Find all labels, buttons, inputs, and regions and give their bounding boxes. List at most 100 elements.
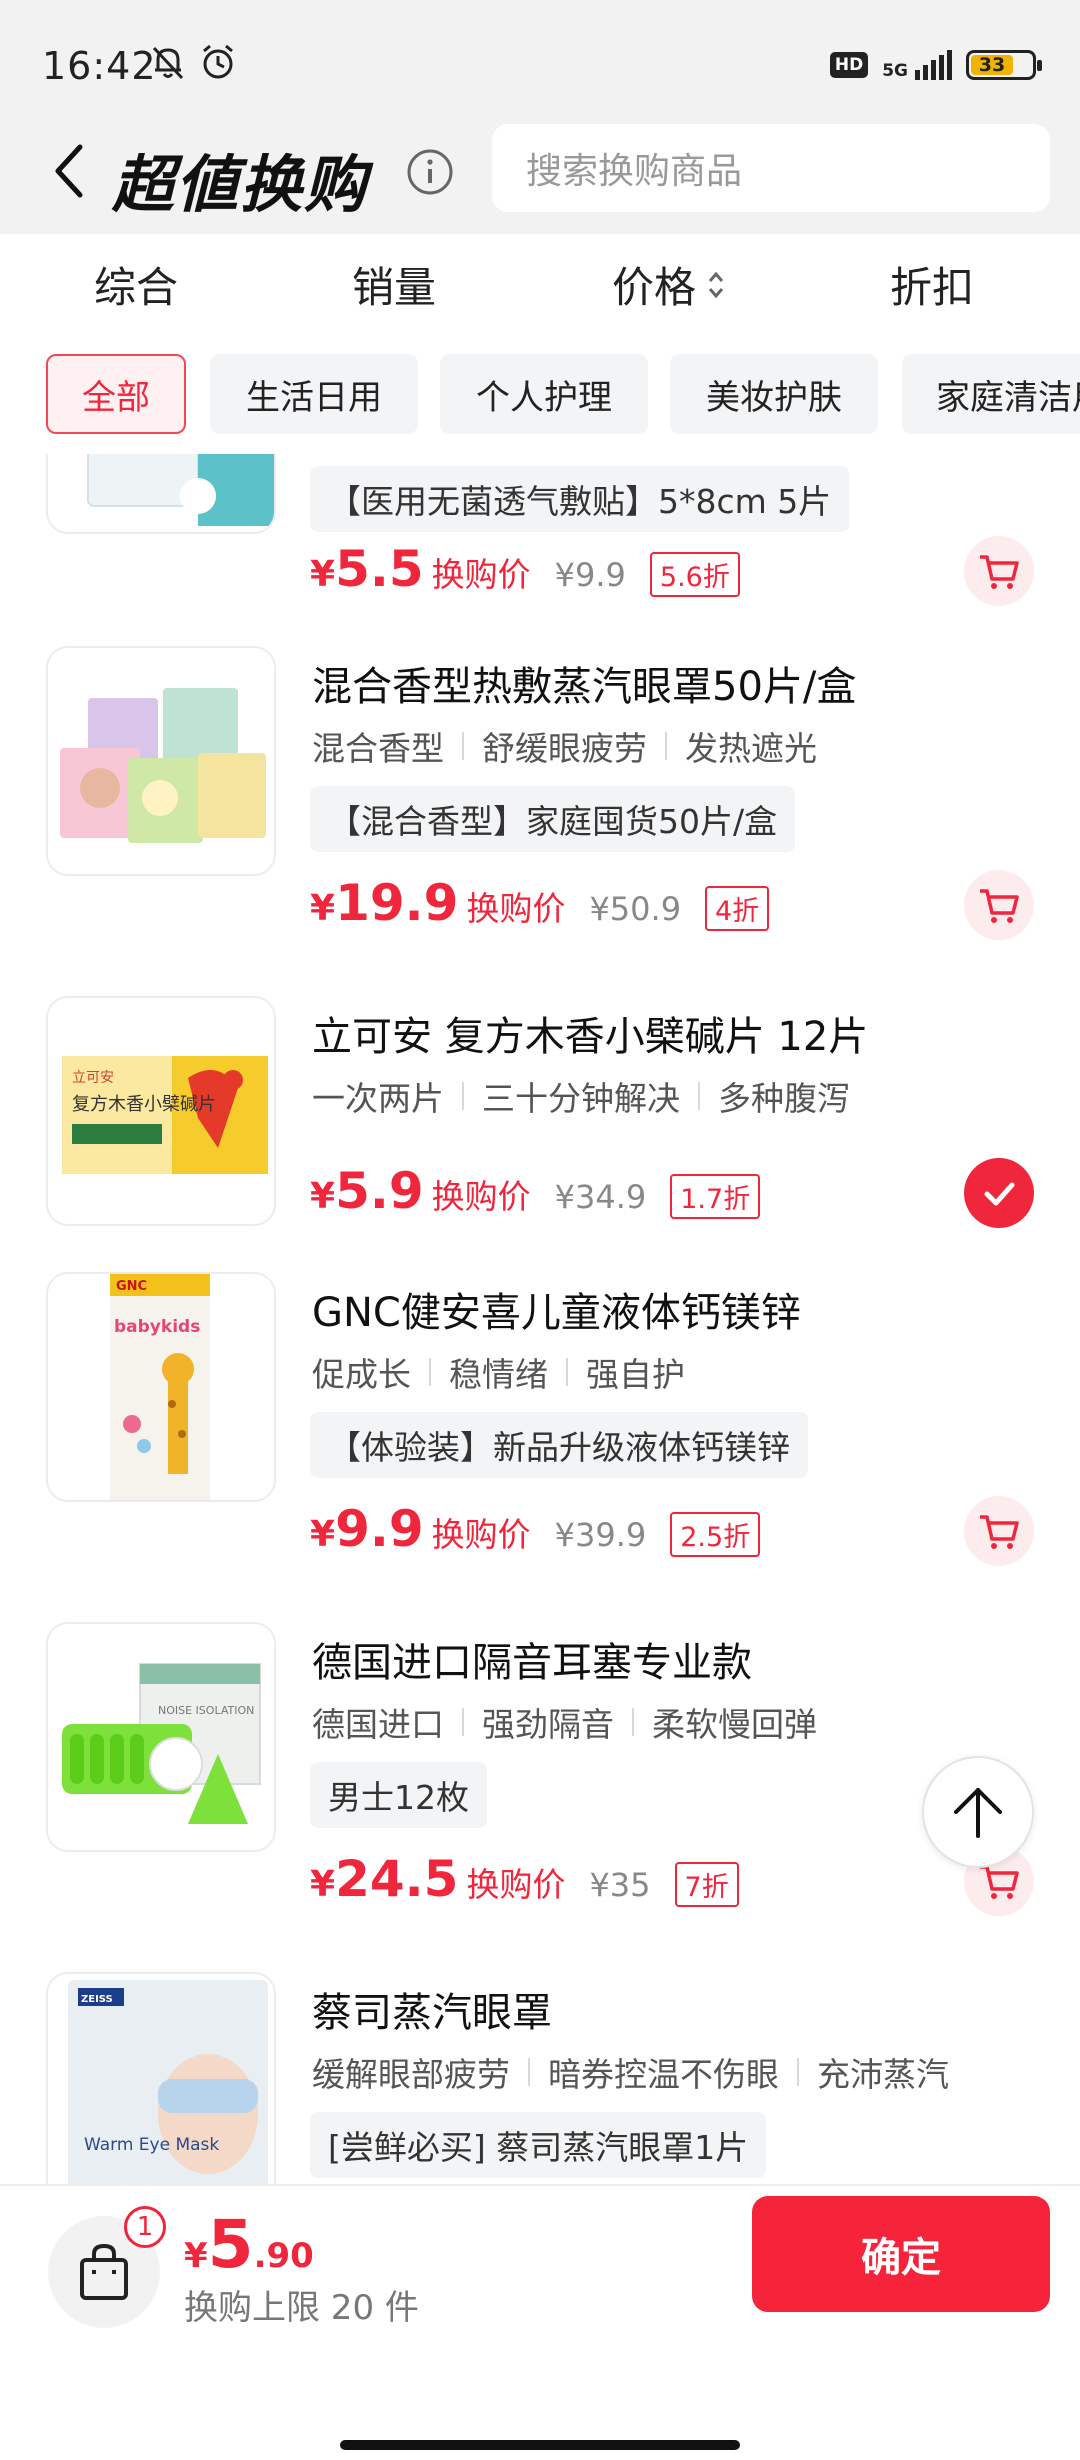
product-spec: 【体验装】新品升级液体钙镁锌	[310, 1412, 808, 1478]
chip-daily-life[interactable]: 生活日用	[210, 354, 418, 434]
product-name: GNC健安喜儿童液体钙镁锌	[312, 1290, 801, 1336]
battery-level: 33	[971, 54, 1013, 76]
price-row: ¥ 24.5 换购价 ¥35 7折	[310, 1850, 739, 1908]
info-button[interactable]	[406, 148, 454, 196]
product-list: 【医用无菌透气敷贴】5*8cm 5片 ¥ 5.5 换购价 ¥9.9 5.6折 混…	[0, 454, 1080, 2184]
price-row: ¥ 5.5 换购价 ¥9.9 5.6折	[310, 540, 740, 598]
thumb-noise-text: NOISE ISOLATION	[158, 1704, 254, 1717]
price-row: ¥ 5.9 换购价 ¥34.9 1.7折	[310, 1162, 761, 1220]
product-tag: 稳情绪	[449, 1355, 548, 1394]
confirm-button[interactable]: 确定	[752, 2196, 1050, 2312]
status-right-icons: HD 5G 33	[829, 50, 1042, 80]
product-image	[46, 646, 276, 876]
zeiss-eye-mask-image: ZEISS Warm Eye Mask	[48, 1974, 274, 2184]
product-spec: 男士12枚	[310, 1762, 487, 1828]
scroll-to-top-button[interactable]	[922, 1756, 1034, 1868]
chip-personal-care[interactable]: 个人护理	[440, 354, 648, 434]
network-type: 5G	[882, 61, 908, 81]
exchange-price-label: 换购价	[466, 1865, 566, 1904]
cart-icon	[980, 555, 1019, 589]
sort-tab-price[interactable]: 价格	[612, 254, 726, 315]
cart-count-badge: 1	[124, 2206, 166, 2248]
product-spec: [尝鲜必买] 蔡司蒸汽眼罩1片	[310, 2112, 767, 2178]
sort-tab-label: 价格	[612, 263, 697, 312]
battery-icon: 33	[966, 50, 1042, 80]
category-chips: 全部 生活日用 个人护理 美妆护肤 家庭清洁用品	[0, 334, 1080, 454]
chevron-left-icon	[55, 144, 83, 198]
currency-symbol: ¥	[310, 888, 336, 929]
thumb-brand-text: 立可安	[72, 1070, 114, 1086]
chip-beauty[interactable]: 美妆护肤	[670, 354, 878, 434]
medicine-box-image: 立可安 复方木香小檗碱片	[48, 998, 274, 1224]
signal-icon: 5G	[882, 50, 952, 80]
product-tags: 促成长 稳情绪 强自护	[312, 1348, 685, 1396]
chip-all[interactable]: 全部	[46, 354, 186, 434]
cart-icon	[980, 1515, 1019, 1549]
product-tag: 一次两片	[312, 1079, 444, 1118]
product-tag: 暗券控温不伤眼	[548, 2055, 779, 2094]
original-price: ¥9.9	[554, 556, 626, 594]
bottom-bar: 1 ¥ 5 .90 换购上限 20 件 确定	[0, 2184, 1080, 2460]
search-placeholder: 搜索换购商品	[526, 151, 743, 192]
discount-badge: 4折	[705, 886, 770, 931]
product-tag: 发热遮光	[685, 729, 817, 768]
product-tags: 混合香型 舒缓眼疲劳 发热遮光	[312, 722, 817, 770]
sort-tab-comprehensive[interactable]: 综合	[94, 254, 178, 315]
add-to-cart-button[interactable]	[964, 870, 1034, 940]
product-image: NOISE ISOLATION	[46, 1622, 276, 1852]
product-name: 蔡司蒸汽眼罩	[312, 1990, 552, 2036]
arrow-up-icon	[954, 1788, 1002, 1838]
thumb-brand-text: ZEISS	[81, 1994, 113, 2005]
price-row: ¥ 19.9 换购价 ¥50.9 4折	[310, 874, 770, 932]
product-tag: 柔软慢回弹	[652, 1705, 817, 1744]
home-indicator[interactable]	[340, 2440, 740, 2450]
sort-tab-label: 折扣	[890, 263, 975, 312]
product-tags: 缓解眼部疲劳 暗券控温不伤眼 充沛蒸汽	[312, 2048, 949, 2096]
product-image: GNC babykids	[46, 1272, 276, 1502]
currency-symbol: ¥	[310, 1864, 336, 1905]
thumb-brand-text: GNC	[116, 1279, 147, 1294]
price-row: ¥ 9.9 换购价 ¥39.9 2.5折	[310, 1500, 761, 1558]
product-tag: 缓解眼部疲劳	[312, 2055, 510, 2094]
earplug-image: NOISE ISOLATION	[48, 1624, 274, 1850]
exchange-price: 9.9	[335, 1500, 424, 1558]
product-tag: 充沛蒸汽	[817, 2055, 949, 2094]
hd-badge: HD	[829, 52, 869, 78]
sort-arrows-icon	[708, 271, 724, 298]
original-price: ¥34.9	[554, 1178, 647, 1216]
selected-check-button[interactable]	[964, 1158, 1034, 1228]
thumb-product-text: 复方木香小檗碱片	[72, 1094, 216, 1115]
exchange-price: 5.5	[335, 540, 424, 598]
add-to-cart-button[interactable]	[964, 536, 1034, 606]
currency-symbol: ¥	[310, 1176, 336, 1217]
back-button[interactable]	[40, 136, 100, 206]
thumb-title-text: babykids	[114, 1317, 200, 1337]
product-image: ZEISS Warm Eye Mask	[46, 1972, 276, 2184]
sort-tab-sales[interactable]: 销量	[352, 254, 436, 315]
status-bar: 16:42 HD 5G 33	[0, 0, 1080, 120]
sort-tab-discount[interactable]: 折扣	[890, 254, 974, 315]
check-icon	[984, 1182, 1015, 1206]
status-left-icons	[148, 42, 238, 82]
discount-badge: 5.6折	[649, 552, 740, 597]
search-input[interactable]: 搜索换购商品	[492, 124, 1050, 212]
chip-household-cleaning[interactable]: 家庭清洁用品	[902, 354, 1080, 434]
add-to-cart-button[interactable]	[964, 1496, 1034, 1566]
exchange-price: 5.9	[335, 1162, 424, 1220]
total-currency: ¥	[184, 2236, 208, 2276]
shopping-bag-icon	[80, 2243, 128, 2300]
calcium-box-image: GNC babykids	[48, 1274, 274, 1500]
product-name: 德国进口隔音耳塞专业款	[312, 1640, 752, 1686]
original-price: ¥39.9	[554, 1516, 647, 1554]
status-time: 16:42	[42, 44, 157, 88]
original-price: ¥35	[589, 1866, 651, 1904]
exchange-limit-text: 换购上限 20 件	[184, 2288, 419, 2328]
product-tag: 强自护	[586, 1355, 685, 1394]
eye-mask-pack-image	[48, 648, 274, 874]
product-tag: 三十分钟解决	[482, 1079, 680, 1118]
product-tag: 混合香型	[312, 729, 444, 768]
product-tag: 强劲隔音	[482, 1705, 614, 1744]
cart-icon	[980, 889, 1019, 923]
product-tag: 舒缓眼疲劳	[482, 729, 647, 768]
product-name: 混合香型热敷蒸汽眼罩50片/盒	[312, 664, 857, 710]
